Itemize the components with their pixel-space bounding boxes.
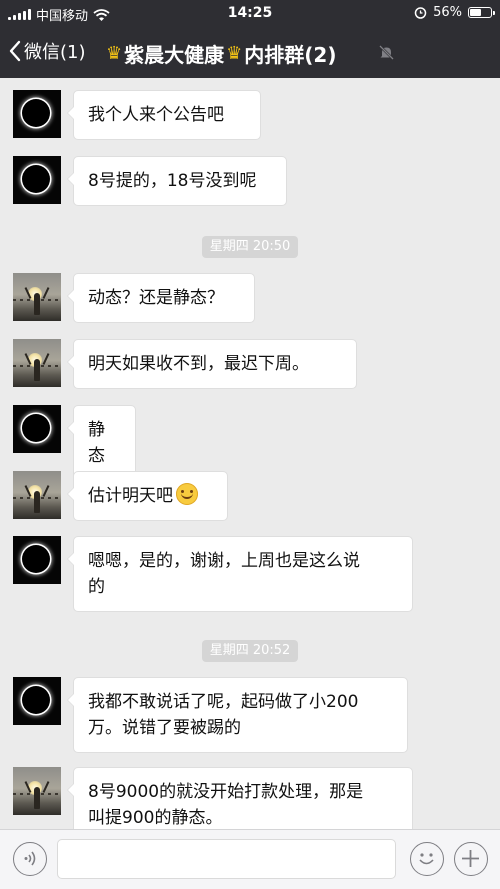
message-text-line: 嗯嗯，是的，谢谢，上周也是这么说 <box>88 548 398 574</box>
voice-icon <box>24 851 36 866</box>
eclipse-avatar[interactable] <box>13 156 61 204</box>
message-bubble[interactable]: 我个人来个公告吧 <box>67 90 261 140</box>
message-bubble[interactable]: 静态 <box>67 405 136 481</box>
message-text: 叫提900的静态。 <box>88 808 223 828</box>
time-divider-label: 星期四 20:50 <box>201 236 299 258</box>
message-text-line: 8号9000的就没开始打款处理，那是 <box>88 779 398 805</box>
message-text-line: 叫提900的静态。 <box>88 805 398 829</box>
message-bubble[interactable]: 8号9000的就没开始打款处理，那是 叫提900的静态。 <box>67 767 413 829</box>
chat-title-part2: 内排群(2) <box>244 43 337 67</box>
eclipse-avatar[interactable] <box>13 677 61 725</box>
status-bar: 中国移动 14:25 56% <box>0 0 500 26</box>
message-text: 静态 <box>88 420 105 466</box>
message-text-line: 的 <box>88 574 398 600</box>
alarm-clock-icon <box>414 7 427 19</box>
emoji-button[interactable] <box>410 842 444 876</box>
battery-fill <box>470 9 481 16</box>
smile-emoji-icon <box>176 483 198 505</box>
message-text: 的 <box>88 577 105 597</box>
eclipse-avatar[interactable] <box>13 405 61 453</box>
message-text: 动态？还是静态？ <box>88 288 224 308</box>
time-divider: 星期四 20:50 <box>0 235 500 258</box>
top-bar: 中国移动 14:25 56% 微信(1) ♛ 紫晨大健康 ♛ 内排群(2) <box>0 0 500 78</box>
message-text: 我都不敢说话了呢，起码做了小200 <box>88 692 359 712</box>
message-text: 明天如果收不到，最迟下周。 <box>88 354 309 374</box>
crown-icon: ♛ <box>106 43 123 64</box>
status-right: 56% <box>414 5 495 20</box>
message-bubble[interactable]: 我都不敢说话了呢，起码做了小200 万。说错了要被踢的 <box>67 677 408 753</box>
chat-area[interactable]: 我个人来个公告吧 8号提的，18号没到呢星期四 20:50 动态？还是静态？ 明天如果… <box>0 78 500 829</box>
back-button[interactable]: 微信(1) <box>8 38 86 64</box>
emoji-icon <box>419 853 434 865</box>
message-bubble[interactable]: 估计明天吧 <box>67 471 228 521</box>
back-label: 微信(1) <box>24 42 86 63</box>
message-text-line: 静态 <box>88 417 121 469</box>
message-text: 8号提的，18号没到呢 <box>88 171 257 191</box>
message-text-line: 估计明天吧 <box>88 483 213 509</box>
message-text-line: 我个人来个公告吧 <box>88 102 246 128</box>
sunset-avatar[interactable] <box>13 273 61 321</box>
voice-button[interactable] <box>13 842 47 876</box>
message-text: 万。说错了要被踢的 <box>88 718 241 738</box>
message-text: 8号9000的就没开始打款处理，那是 <box>88 782 364 802</box>
battery-percent: 56% <box>433 5 462 20</box>
sunset-avatar[interactable] <box>13 767 61 815</box>
time-divider-label: 星期四 20:52 <box>201 640 299 662</box>
sunset-avatar[interactable] <box>13 339 61 387</box>
message-text-line: 8号提的，18号没到呢 <box>88 168 272 194</box>
message-text-line: 动态？还是静态？ <box>88 285 240 311</box>
message-text: 嗯嗯，是的，谢谢，上周也是这么说 <box>88 551 360 571</box>
nav-bar: 微信(1) ♛ 紫晨大健康 ♛ 内排群(2) <box>0 26 500 78</box>
time-divider: 星期四 20:52 <box>0 639 500 662</box>
chat-title-part1: 紫晨大健康 <box>124 43 225 67</box>
input-bar <box>0 829 500 889</box>
plus-button[interactable] <box>454 842 488 876</box>
message-text-line: 明天如果收不到，最迟下周。 <box>88 351 342 377</box>
chevron-left-icon <box>9 40 21 62</box>
message-text-line: 我都不敢说话了呢，起码做了小200 <box>88 689 393 715</box>
message-bubble[interactable]: 明天如果收不到，最迟下周。 <box>67 339 357 389</box>
crown-icon: ♛ <box>226 43 243 64</box>
message-bubble[interactable]: 8号提的，18号没到呢 <box>67 156 287 206</box>
plus-icon <box>462 850 479 867</box>
eclipse-avatar[interactable] <box>13 90 61 138</box>
sunset-avatar[interactable] <box>13 471 61 519</box>
message-text: 估计明天吧 <box>88 486 173 506</box>
message-bubble[interactable]: 嗯嗯，是的，谢谢，上周也是这么说的 <box>67 536 413 612</box>
message-text-line: 万。说错了要被踢的 <box>88 715 393 741</box>
message-bubble[interactable]: 动态？还是静态？ <box>67 273 255 323</box>
chat-title[interactable]: ♛ 紫晨大健康 ♛ 内排群(2) <box>106 39 336 68</box>
battery-icon <box>468 7 495 18</box>
mute-bell-icon <box>379 45 394 60</box>
eclipse-avatar[interactable] <box>13 536 61 584</box>
message-text: 我个人来个公告吧 <box>88 105 224 125</box>
message-input[interactable] <box>57 839 396 879</box>
